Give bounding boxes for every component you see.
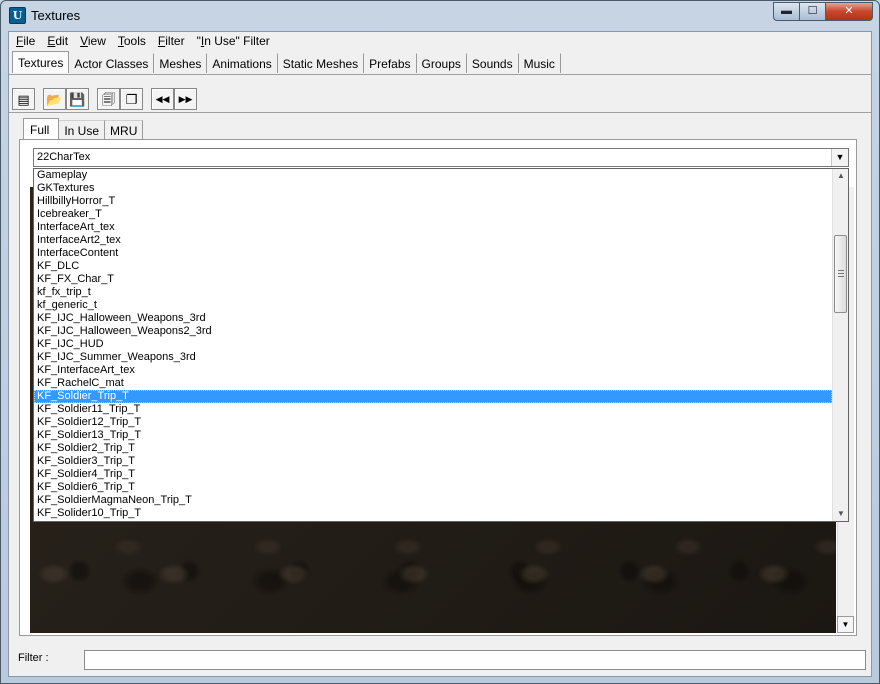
textures-window: U Textures ▬ ☐ ✕ File Edit View Tools Filter…	[0, 0, 880, 684]
scroll-down-icon[interactable]: ▼	[833, 507, 848, 521]
list-item[interactable]: KF_IJC_HUD	[34, 338, 832, 351]
rewind-icon: ◀◀	[155, 93, 170, 104]
toolbar-separator	[89, 88, 97, 110]
list-item[interactable]: KF_Soldier2_Trip_T	[34, 442, 832, 455]
package-combo[interactable]: 22CharTex ▼	[33, 148, 849, 167]
list-item[interactable]: KF_Soldier4_Trip_T	[34, 468, 832, 481]
grip-icon	[838, 270, 844, 277]
list-item[interactable]: KF_DLC	[34, 260, 832, 273]
list-item[interactable]: KF_SoldierMagmaNeon_Trip_T	[34, 494, 832, 507]
unreal-app-icon: U	[9, 7, 26, 24]
minimize-button[interactable]: ▬	[773, 2, 800, 21]
subtab-in-use[interactable]: In Use	[59, 120, 106, 139]
filter-label: Filter :	[18, 652, 49, 664]
browser-tabs: Textures Actor Classes Meshes Animations Sta…	[12, 51, 561, 74]
toolbar-divider	[9, 112, 871, 113]
fast-forward-button[interactable]: ▶▶	[174, 88, 197, 110]
open-folder-icon: 📂	[46, 91, 63, 107]
tab-meshes[interactable]: Meshes	[154, 53, 208, 73]
package-filter-tabs: Full In Use MRU	[23, 118, 144, 140]
list-item[interactable]: KF_Soldier6_Trip_T	[34, 481, 832, 494]
save-disk-icon: 💾	[69, 91, 86, 107]
list-item[interactable]: KF_IJC_Halloween_Weapons_3rd	[34, 312, 832, 325]
menu-tools[interactable]: Tools	[112, 32, 152, 51]
menu-file[interactable]: File	[9, 32, 41, 51]
list-item[interactable]: KF_Solider10_Trip_T	[34, 507, 832, 520]
tab-sounds[interactable]: Sounds	[466, 53, 519, 73]
toolbar: ▤ 📂 💾 🗐 ❐ ◀◀ ▶▶	[12, 88, 197, 110]
list-item[interactable]: Icebreaker_T	[34, 208, 832, 221]
client-area: File Edit View Tools Filter "In Use" Filter T…	[8, 31, 872, 677]
browser-icon: ▤	[17, 91, 30, 107]
scroll-up-icon[interactable]: ▲	[833, 169, 848, 183]
package-combo-value: 22CharTex	[37, 151, 91, 163]
list-item[interactable]: KF_RachelC_mat	[34, 377, 832, 390]
list-item[interactable]: KF_Soldier11_Trip_T	[34, 403, 832, 416]
list-item[interactable]: KF_InterfaceArt_tex	[34, 364, 832, 377]
list-item[interactable]: KF_Soldier13_Trip_T	[34, 429, 832, 442]
fast-forward-icon: ▶▶	[178, 93, 193, 104]
menu-bar: File Edit View Tools Filter "In Use" Filter	[9, 32, 871, 51]
tab-animations[interactable]: Animations	[207, 53, 278, 73]
menu-edit[interactable]: Edit	[41, 32, 74, 51]
list-item[interactable]: InterfaceContent	[34, 247, 832, 260]
menu-in-use-filter[interactable]: "In Use" Filter	[191, 32, 276, 51]
list-item[interactable]: KF_Soldier_Trip_T	[34, 390, 832, 403]
list-item[interactable]: InterfaceArt2_tex	[34, 234, 832, 247]
window-title: Textures	[31, 8, 81, 23]
list-item[interactable]: KF_Soldier12_Trip_T	[34, 416, 832, 429]
tab-actor-classes[interactable]: Actor Classes	[69, 53, 155, 73]
list-item[interactable]: GKTextures	[34, 182, 832, 195]
list-item[interactable]: Gameplay	[34, 169, 832, 182]
copy-icon: ❐	[125, 91, 138, 107]
tab-music[interactable]: Music	[518, 53, 561, 73]
dropdown-scrollbar[interactable]: ▲ ▼	[832, 169, 848, 521]
title-bar[interactable]: U Textures ▬ ☐ ✕	[1, 1, 879, 31]
filter-input[interactable]	[84, 650, 866, 670]
tab-divider	[9, 74, 871, 75]
subtab-mru[interactable]: MRU	[105, 120, 144, 139]
toolbar-separator	[35, 88, 43, 110]
list-item[interactable]: KF_IJC_Halloween_Weapons2_3rd	[34, 325, 832, 338]
tab-groups[interactable]: Groups	[416, 53, 467, 73]
list-item[interactable]: KF_IJC_Summer_Weapons_3rd	[34, 351, 832, 364]
list-item[interactable]: KF_FX_Char_T	[34, 273, 832, 286]
list-item[interactable]: kf_generic_t	[34, 299, 832, 312]
copy-button[interactable]: ❐	[120, 88, 143, 110]
menu-filter[interactable]: Filter	[152, 32, 191, 51]
maximize-button[interactable]: ☐	[800, 2, 826, 21]
open-folder-button[interactable]: 📂	[43, 88, 66, 110]
dropdown-scroll-thumb[interactable]	[834, 235, 847, 313]
list-item[interactable]: HillbillyHorror_T	[34, 195, 832, 208]
list-item[interactable]: kf_fx_trip_t	[34, 286, 832, 299]
browser-button[interactable]: ▤	[12, 88, 35, 110]
save-disk-button[interactable]: 💾	[66, 88, 89, 110]
subtab-full[interactable]: Full	[23, 118, 60, 139]
window-controls: ▬ ☐ ✕	[773, 2, 873, 21]
package-dropdown-list: Gameplay GKTextures HillbillyHorror_T Icebr…	[33, 168, 849, 522]
rewind-button[interactable]: ◀◀	[151, 88, 174, 110]
close-button[interactable]: ✕	[826, 2, 873, 21]
properties-icon: 🗐	[102, 91, 115, 107]
combo-dropdown-button[interactable]: ▼	[831, 149, 848, 166]
texture-view-scroll-down-button[interactable]: ▼	[837, 616, 854, 633]
chevron-down-icon: ▼	[835, 152, 845, 162]
tab-prefabs[interactable]: Prefabs	[364, 53, 417, 73]
properties-button[interactable]: 🗐	[97, 88, 120, 110]
tab-static-meshes[interactable]: Static Meshes	[277, 53, 365, 73]
list-item[interactable]: InterfaceArt_tex	[34, 221, 832, 234]
tab-textures[interactable]: Textures	[12, 51, 70, 73]
list-item[interactable]: KF_Soldier3_Trip_T	[34, 455, 832, 468]
menu-view[interactable]: View	[74, 32, 112, 51]
package-options: Gameplay GKTextures HillbillyHorror_T Icebr…	[34, 169, 832, 520]
toolbar-separator	[143, 88, 151, 110]
